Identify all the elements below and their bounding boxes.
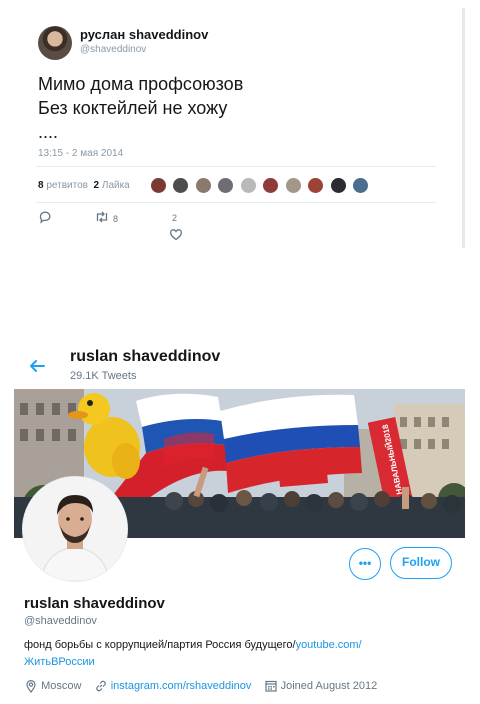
tweet-text: Мимо дома профсоюзов Без коктейлей не хо… <box>38 72 243 144</box>
profile-handle: @shaveddinov <box>24 615 97 627</box>
tweet-timestamp[interactable]: 13:15 - 2 мая 2014 <box>38 148 123 159</box>
tweet-count: 29.1K Tweets <box>70 370 137 382</box>
more-options-button[interactable]: ••• <box>349 548 381 580</box>
profile-name: ruslan shaveddinov <box>24 595 165 612</box>
retweet-button[interactable] <box>94 210 110 229</box>
liker-avatars <box>151 177 371 195</box>
follow-button[interactable]: Follow <box>390 547 452 579</box>
tweet-text-line: Мимо дома профсоюзов <box>38 74 244 94</box>
avatar-photo <box>23 477 127 581</box>
divider <box>36 202 436 203</box>
liker-avatar[interactable] <box>173 178 189 194</box>
reply-icon <box>39 211 51 224</box>
retweets-count[interactable]: 8 <box>38 180 44 191</box>
profile-bio: фонд борьбы с коррупцией/партия Россия б… <box>24 637 444 671</box>
tweet-text-line: .... <box>38 122 59 142</box>
tweet-text-line: Без коктейлей не хожу <box>38 98 228 118</box>
bio-text: фонд борьбы с коррупцией/партия Россия б… <box>24 639 296 651</box>
tweet-author-handle[interactable]: @shaveddinov <box>80 44 146 55</box>
divider <box>462 8 465 248</box>
tweet-stats: 8 ретвитов 2 Лайка <box>38 180 130 191</box>
likes-label[interactable]: Лайка <box>102 180 130 191</box>
profile-header-name: ruslan shaveddinov <box>70 348 221 365</box>
retweets-label[interactable]: ретвитов <box>46 180 88 191</box>
liker-avatar[interactable] <box>330 178 346 194</box>
calendar-icon <box>264 680 277 692</box>
retweet-icon <box>96 211 108 223</box>
location-icon <box>26 679 36 693</box>
back-button[interactable] <box>28 358 46 379</box>
link-icon <box>95 680 106 692</box>
reply-button[interactable] <box>38 210 52 229</box>
likes-count[interactable]: 2 <box>94 180 100 191</box>
avatar[interactable] <box>38 26 72 60</box>
liker-avatar[interactable] <box>151 178 166 194</box>
liker-avatar[interactable] <box>195 178 211 194</box>
divider <box>36 166 436 167</box>
bio-link[interactable]: youtube.com/ <box>296 639 362 651</box>
retweet-action-count: 8 <box>113 214 119 224</box>
liker-avatar[interactable] <box>240 178 256 194</box>
liker-avatar[interactable] <box>285 178 301 194</box>
bio-hashtag-link[interactable]: ЖитьВРоссии <box>24 656 95 668</box>
liker-avatar[interactable] <box>308 178 324 194</box>
like-button[interactable] <box>169 228 183 246</box>
profile-meta: Moscow instagram.com/rshaveddinov Joined… <box>24 679 377 693</box>
like-action-count: 2 <box>172 213 178 223</box>
liker-avatar[interactable] <box>263 178 279 194</box>
profile-location: Moscow <box>41 680 82 692</box>
liker-avatar[interactable] <box>353 178 369 194</box>
heart-icon <box>169 229 183 241</box>
back-arrow-icon <box>30 360 45 372</box>
profile-website-link[interactable]: instagram.com/rshaveddinov <box>111 680 252 692</box>
profile-joined-date: Joined August 2012 <box>280 680 378 692</box>
profile-avatar[interactable] <box>22 476 128 582</box>
tweet-author-name[interactable]: руслан shaveddinov <box>80 27 208 42</box>
liker-avatar[interactable] <box>218 178 234 194</box>
